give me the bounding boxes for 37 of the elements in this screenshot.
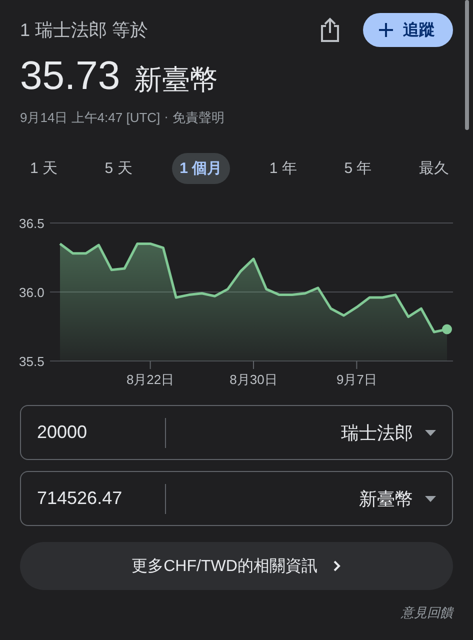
current-point	[442, 324, 452, 334]
range-tab[interactable]: 5 年	[336, 153, 380, 184]
currency-unit: 新臺幣	[134, 63, 218, 97]
range-tab[interactable]: 1 個月	[172, 153, 230, 184]
dropdown-caret-icon	[425, 496, 436, 502]
tick-mark	[253, 360, 254, 370]
disclaimer-link[interactable]: 免責聲明	[172, 109, 224, 127]
share-icon[interactable]	[319, 17, 341, 43]
range-tab[interactable]: 最久	[410, 153, 457, 184]
chevron-right-icon	[333, 560, 342, 572]
timestamp: 9月14日 上午4:47 [UTC]	[20, 109, 160, 127]
y-axis-label: 36.0	[19, 285, 44, 300]
feedback-link[interactable]: 意見回饋	[401, 604, 453, 622]
follow-button[interactable]: 追蹤	[363, 13, 453, 47]
range-tab[interactable]: 5 天	[96, 153, 140, 184]
amount-value: 714526.47	[37, 488, 124, 509]
separator: ·	[164, 109, 168, 126]
conversion-title: 1 瑞士法郎 等於	[20, 19, 150, 42]
x-axis-label: 9月7日	[336, 372, 377, 387]
tick-mark	[150, 360, 151, 370]
amount-value: 20000	[37, 422, 88, 443]
converter-field[interactable]: 20000 瑞士法郎	[20, 405, 453, 460]
y-axis-label: 36.5	[19, 216, 44, 231]
currency-select[interactable]: 新臺幣	[166, 486, 413, 510]
exchange-rate-value: 35.73	[20, 54, 120, 99]
currency-select[interactable]: 瑞士法郎	[166, 420, 413, 444]
x-axis-label: 8月30日	[230, 372, 278, 387]
y-axis-label: 35.5	[19, 354, 44, 369]
range-tab[interactable]: 1 年	[261, 153, 305, 184]
x-axis-label: 8月22日	[126, 372, 174, 387]
plus-icon	[379, 23, 393, 37]
tick-mark	[356, 360, 358, 370]
dropdown-caret-icon	[425, 430, 436, 436]
converter-field[interactable]: 714526.47 新臺幣	[20, 471, 453, 526]
more-info-button[interactable]: 更多CHF/TWD的相關資訊	[20, 542, 453, 590]
range-tab[interactable]: 1 天	[22, 153, 66, 184]
scrollbar[interactable]	[465, 0, 469, 130]
